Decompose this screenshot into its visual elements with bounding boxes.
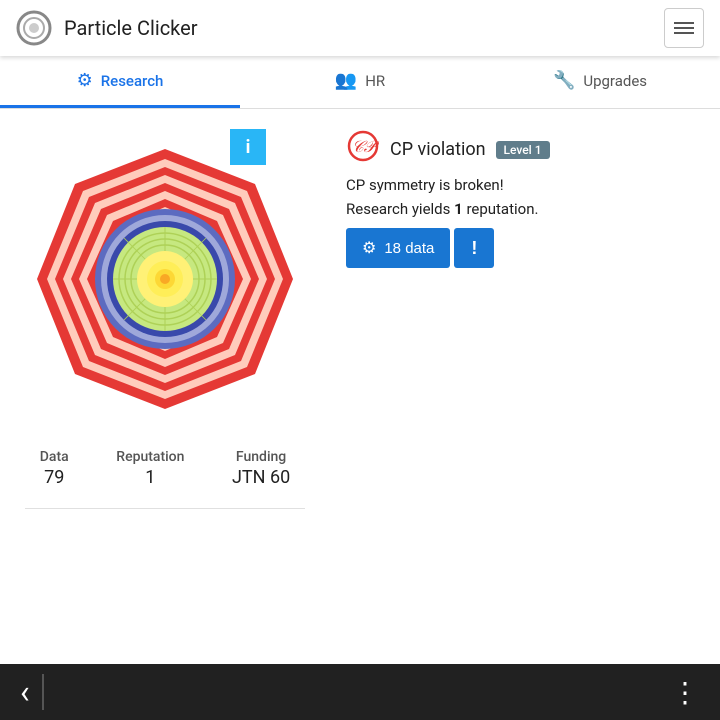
right-panel: 𝒞𝒫 CP violation Level 1 CP symmetry is b… [330,109,720,665]
particle-canvas[interactable] [25,139,305,419]
exclamation-button[interactable]: ! [454,228,494,268]
upgrades-tab-icon: 🔧 [553,70,575,91]
app-bar: Particle Clicker [0,0,720,56]
stat-reputation: Reputation 1 [116,449,184,488]
research-title: CP violation [390,139,486,160]
app-title: Particle Clicker [64,16,198,40]
research-yield-text: Research yields [346,200,454,218]
stat-data-label: Data [40,449,69,465]
menu-button[interactable] [664,8,704,48]
info-icon: i [246,137,251,158]
action-buttons: ⚙ 18 data ! [346,228,704,268]
tab-upgrades[interactable]: 🔧 Upgrades [480,56,720,108]
tab-bar: ⚙ Research 👥 HR 🔧 Upgrades [0,56,720,109]
research-item-header: 𝒞𝒫 CP violation Level 1 [346,129,704,170]
tab-research-label: Research [101,72,164,90]
bottom-bar: ‹ ⋮ [0,664,720,720]
main-content: i [0,109,720,665]
stat-funding: Funding JTN 60 [232,449,290,488]
stat-data-value: 79 [40,467,69,488]
left-panel: i [0,109,330,665]
hamburger-icon [674,19,694,37]
back-button[interactable]: ‹ [20,673,30,711]
research-description: CP symmetry is broken! [346,176,704,194]
particle-svg [25,139,305,419]
hr-tab-icon: 👥 [335,70,357,91]
data-button[interactable]: ⚙ 18 data [346,228,450,268]
tab-hr-label: HR [365,72,385,90]
tab-hr[interactable]: 👥 HR [240,56,480,108]
research-yield: Research yields 1 reputation. [346,200,704,218]
research-yield-value: 1 [454,200,463,218]
research-yield-unit: reputation. [463,200,539,218]
stat-reputation-label: Reputation [116,449,184,465]
tab-upgrades-label: Upgrades [583,72,647,90]
stat-funding-label: Funding [232,449,290,465]
data-button-label: 18 data [384,240,434,257]
cp-violation-icon: 𝒞𝒫 [346,129,380,170]
gear-small-icon: ⚙ [362,238,376,258]
research-item: 𝒞𝒫 CP violation Level 1 CP symmetry is b… [346,129,704,268]
stats-row: Data 79 Reputation 1 Funding JTN 60 [0,429,330,498]
app-logo-icon [16,10,52,46]
stat-funding-value: JTN 60 [232,467,290,488]
bottom-divider [42,674,44,710]
stat-reputation-value: 1 [116,467,184,488]
divider [25,508,305,509]
more-options-button[interactable]: ⋮ [671,676,700,709]
app-bar-left: Particle Clicker [16,10,198,46]
info-button[interactable]: i [230,129,266,165]
research-tab-icon: ⚙ [77,70,93,91]
tab-research[interactable]: ⚙ Research [0,56,240,108]
stat-data: Data 79 [40,449,69,488]
exclamation-icon: ! [471,238,477,259]
level-badge: Level 1 [496,141,550,159]
